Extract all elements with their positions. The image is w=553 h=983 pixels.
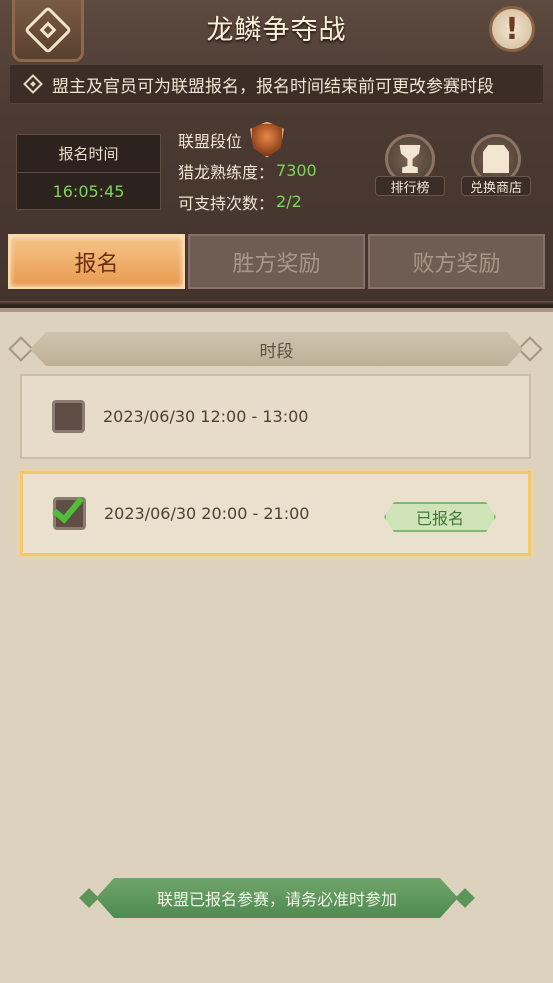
leaderboard-label: 排行榜 (375, 176, 445, 196)
exchange-shop-label: 兑换商店 (461, 176, 531, 196)
tab-winner-rewards[interactable]: 胜方奖励 (188, 234, 365, 289)
tab-bar: 报名 胜方奖励 败方奖励 (8, 234, 545, 289)
exchange-shop-button[interactable]: 兑换商店 (461, 134, 531, 196)
slot-checkbox-checked[interactable] (52, 490, 86, 530)
registered-badge: 已报名 (384, 502, 496, 532)
leaderboard-button[interactable]: 排行榜 (375, 134, 445, 196)
proficiency-label: 猎龙熟练度： (178, 162, 275, 182)
slot-checkbox[interactable] (52, 400, 85, 433)
time-slot-row-selected[interactable]: 2023/06/30 20:00 - 21:00 已报名 (20, 471, 531, 556)
tab-loser-rewards[interactable]: 败方奖励 (368, 234, 545, 289)
page-title: 龙鳞争夺战 (206, 15, 347, 46)
chest-icon (483, 145, 509, 173)
support-value: 2/2 (276, 192, 302, 211)
rank-label: 联盟段位 (178, 131, 243, 151)
registration-time-label: 报名时间 (17, 135, 160, 173)
time-slot-header: 时段 (30, 332, 523, 366)
alliance-info: 联盟段位 猎龙熟练度： 7300 可支持次数： 2/2 (178, 121, 317, 217)
registered-notice-banner: 联盟已报名参赛，请务必准时参加 (96, 878, 458, 918)
proficiency-value: 7300 (276, 161, 317, 180)
trophy-icon (399, 145, 421, 173)
tab-register[interactable]: 报名 (8, 234, 185, 289)
notice-text: 盟主及官员可为联盟报名，报名时间结束前可更改参赛时段 (52, 76, 494, 97)
registration-time-value: 16:05:45 (52, 182, 125, 201)
slot-time: 2023/06/30 20:00 - 21:00 (104, 504, 310, 523)
notice-bar: 盟主及官员可为联盟报名，报名时间结束前可更改参赛时段 (10, 64, 543, 104)
info-diamond-icon (23, 74, 43, 94)
time-slot-row[interactable]: 2023/06/30 12:00 - 13:00 (20, 374, 531, 459)
support-label: 可支持次数： (178, 193, 275, 213)
slot-time: 2023/06/30 12:00 - 13:00 (103, 407, 309, 426)
rank-badge-icon (250, 121, 285, 158)
help-button[interactable]: ! (489, 6, 535, 52)
registration-time-box: 报名时间 16:05:45 (16, 134, 161, 210)
checkmark-icon (52, 490, 84, 524)
